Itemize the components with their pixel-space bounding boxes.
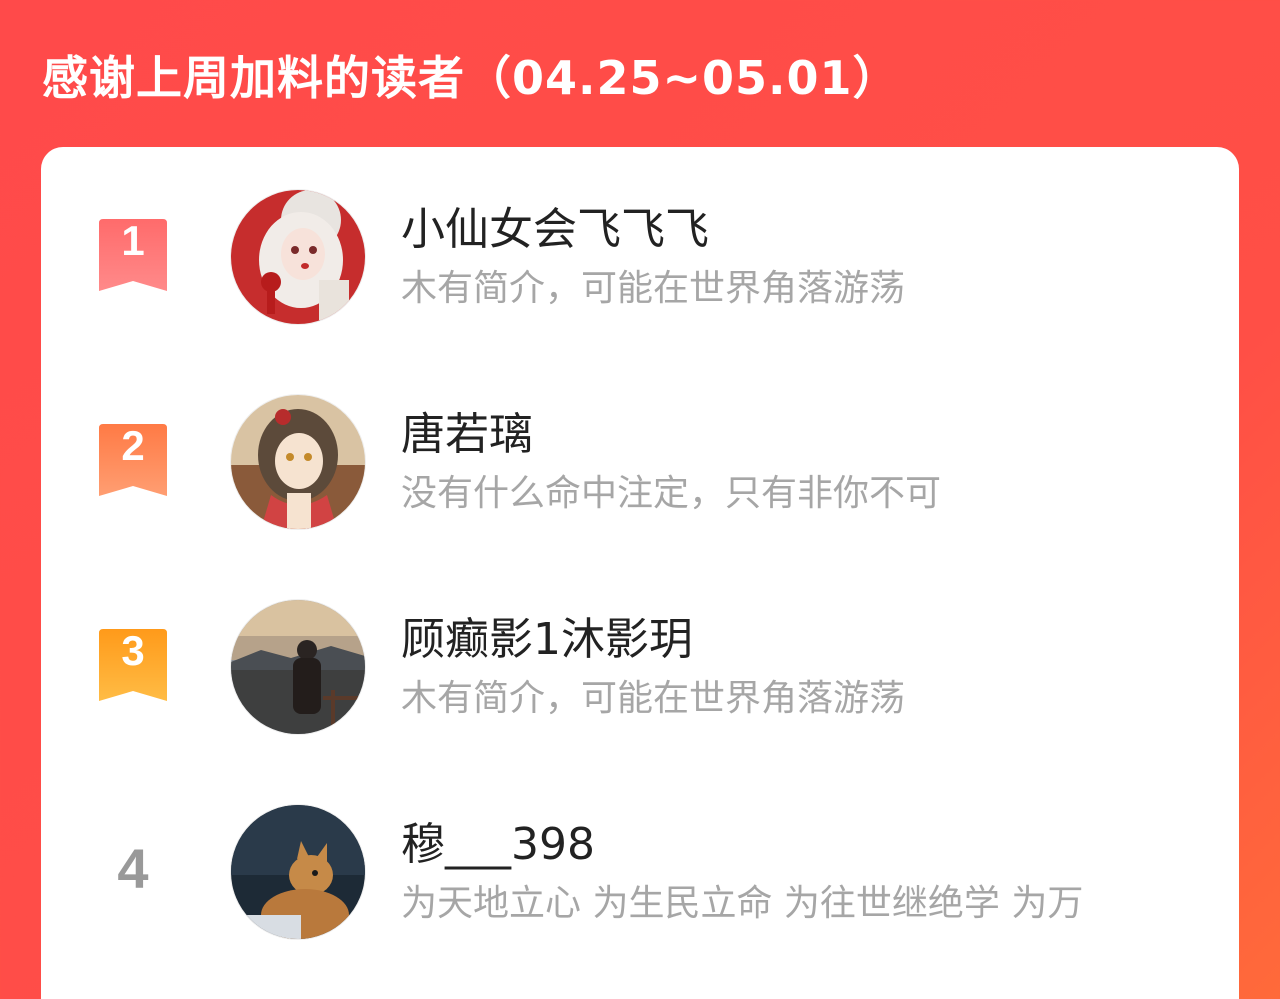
reader-ranking-card: 1 小仙女会飞飞飞 木有简介，可能在世界角落游荡 2 唐若璃 没有什么命中注定，… — [41, 147, 1239, 999]
reader-row-2[interactable]: 2 唐若璃 没有什么命中注定，只有非你不可 — [41, 394, 1239, 534]
reader-name[interactable]: 唐若璃 — [401, 398, 533, 462]
rank-number: 1 — [121, 217, 145, 264]
reader-bio: 木有简介，可能在世界角落游荡 — [401, 678, 906, 719]
girl-illustration-avatar — [231, 190, 365, 324]
reader-bio: 木有简介，可能在世界角落游荡 — [401, 268, 906, 309]
avatar[interactable] — [230, 599, 366, 735]
person-landscape-avatar — [231, 600, 365, 734]
reader-row-1[interactable]: 1 小仙女会飞飞飞 木有简介，可能在世界角落游荡 — [41, 189, 1239, 329]
rank-badge-bronze: 3 — [99, 627, 167, 701]
reader-row-3[interactable]: 3 顾癫影1沐影玥 木有简介，可能在世界角落游荡 — [41, 599, 1239, 739]
rank-badge-gold: 1 — [99, 217, 167, 291]
reader-bio: 为天地立心 为生民立命 为往世继绝学 为万 — [401, 883, 1084, 924]
avatar[interactable] — [230, 394, 366, 530]
reader-name[interactable]: 穆___398 — [401, 808, 595, 872]
rank-number: 4 — [117, 837, 149, 900]
cat-avatar — [231, 805, 365, 939]
reader-name[interactable]: 小仙女会飞飞飞 — [401, 193, 709, 257]
anime-girl-avatar — [231, 395, 365, 529]
page-title: 感谢上周加料的读者（04.25~05.01） — [42, 51, 900, 105]
avatar[interactable] — [230, 804, 366, 940]
reader-bio: 没有什么命中注定，只有非你不可 — [401, 473, 942, 514]
rank-number: 2 — [121, 422, 145, 469]
rank-number: 3 — [121, 627, 145, 674]
reader-name[interactable]: 顾癫影1沐影玥 — [401, 603, 693, 667]
rank-badge-silver: 2 — [99, 422, 167, 496]
avatar[interactable] — [230, 189, 366, 325]
reader-row-4[interactable]: 4 穆___398 为天地立心 为生民立命 为往世继绝学 为万 — [41, 804, 1239, 944]
